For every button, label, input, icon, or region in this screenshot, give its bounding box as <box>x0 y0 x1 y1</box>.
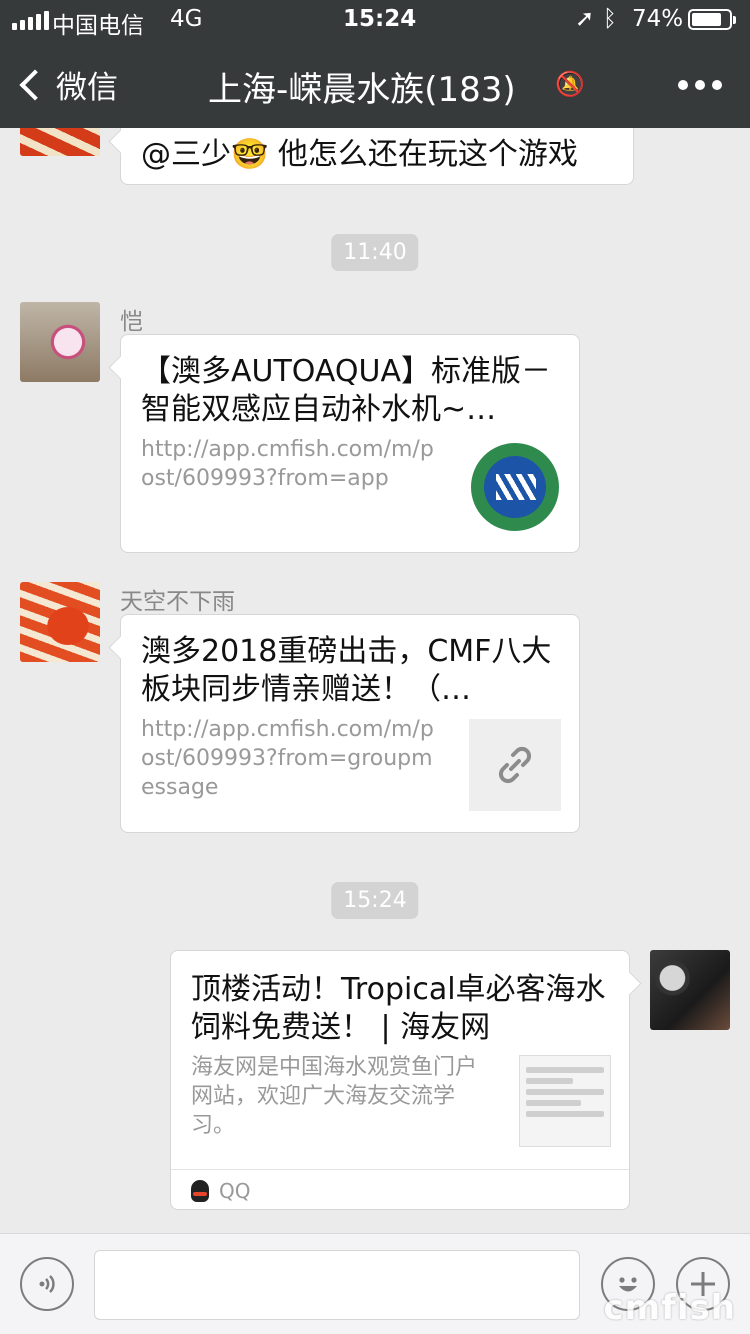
avatar[interactable] <box>20 128 100 156</box>
link-title: 顶楼活动！Tropical卓必客海水饲料免费送！ | 海友网 <box>191 972 606 1045</box>
back-label: 微信 <box>56 70 118 106</box>
navigation-bar: 微信 上海-嵘晨水族(183) 🔕 <box>0 40 750 128</box>
link-title: 澳多2018重磅出击，CMF八大板块同步情亲赠送！（… <box>141 634 552 707</box>
message-text: @三少🤓 他怎么还在玩这个游戏 <box>141 137 578 172</box>
link-url: http://app.cmfish.com/m/post/609993?from… <box>141 437 434 491</box>
clock: 15:24 <box>343 6 417 32</box>
share-card[interactable]: 顶楼活动！Tropical卓必客海水饲料免费送！ | 海友网 海友网是中国海水观… <box>170 950 630 1210</box>
source-label: QQ <box>219 1179 251 1203</box>
source-row: QQ <box>191 1179 250 1203</box>
chevron-left-icon <box>19 68 51 101</box>
timestamp: 15:24 <box>331 882 419 919</box>
chat-title: 上海-嵘晨水族(183) <box>208 70 516 110</box>
qq-icon <box>191 1180 209 1202</box>
top-bar: 中国电信 4G 15:24 ➚ ᛒ 74% 微信 上海-嵘晨水族(183) 🔕 <box>0 0 750 128</box>
link-url: http://app.cmfish.com/m/post/609993?from… <box>141 717 434 800</box>
more-options-button[interactable] <box>678 80 722 90</box>
avatar[interactable] <box>20 582 100 662</box>
link-card[interactable]: 【澳多AUTOAQUA】标准版－智能双感应自动补水机~… http://app.… <box>120 334 580 553</box>
timestamp: 11:40 <box>331 234 419 271</box>
message-input[interactable] <box>94 1250 580 1320</box>
location-icon: ➚ <box>575 6 595 32</box>
my-avatar[interactable] <box>650 950 730 1030</box>
avatar[interactable] <box>20 302 100 382</box>
status-bar: 中国电信 4G 15:24 ➚ ᛒ 74% <box>0 0 750 40</box>
link-icon <box>469 719 561 811</box>
network-label: 4G <box>170 6 203 32</box>
link-card[interactable]: 澳多2018重磅出击，CMF八大板块同步情亲赠送！（… http://app.c… <box>120 614 580 833</box>
signal-icon <box>12 11 49 30</box>
page-thumbnail <box>519 1055 611 1147</box>
back-button[interactable]: 微信 <box>18 62 118 107</box>
battery-percent: 74% <box>632 6 684 32</box>
voice-icon <box>39 1275 55 1293</box>
site-logo-icon <box>471 443 559 531</box>
battery-icon <box>688 9 736 30</box>
divider <box>171 1169 629 1170</box>
message-list[interactable]: @三少🤓 他怎么还在玩这个游戏 11:40 恺 【澳多AUTOAQUA】标准版－… <box>0 128 750 1233</box>
input-bar: cmfish <box>0 1233 750 1334</box>
mute-bell-icon: 🔕 <box>555 70 585 98</box>
watermark: cmfish <box>603 1288 736 1328</box>
sender-name: 恺 <box>120 309 143 335</box>
text-message-bubble[interactable]: @三少🤓 他怎么还在玩这个游戏 <box>120 128 634 185</box>
link-title: 【澳多AUTOAQUA】标准版－智能双感应自动补水机~… <box>141 354 551 427</box>
sender-name: 天空不下雨 <box>120 589 235 615</box>
bluetooth-icon: ᛒ <box>603 6 617 32</box>
link-description: 海友网是中国海水观赏鱼门户网站，欢迎广大海友交流学习。 <box>191 1055 478 1138</box>
carrier-label: 中国电信 <box>52 13 144 39</box>
voice-button[interactable] <box>20 1257 74 1311</box>
